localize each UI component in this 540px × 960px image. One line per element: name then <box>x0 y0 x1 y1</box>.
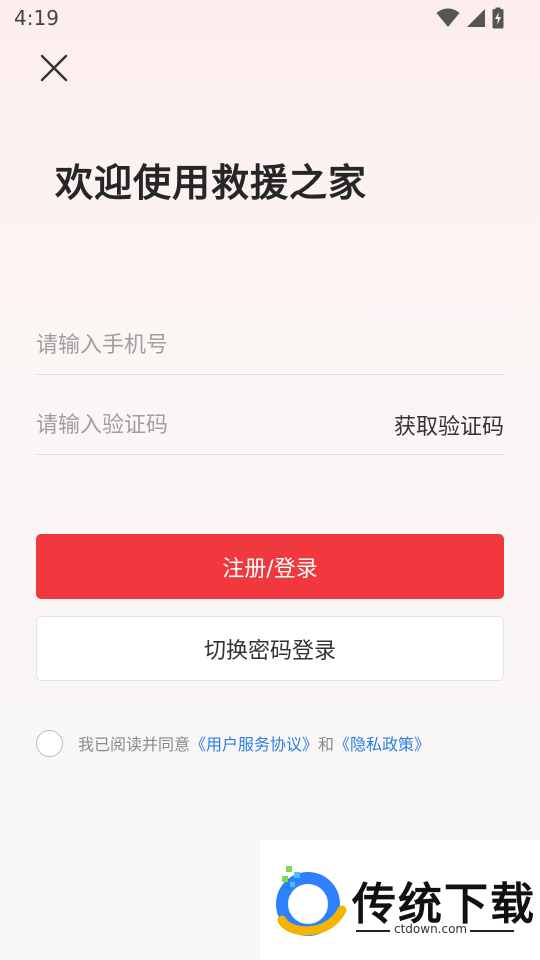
wifi-icon <box>436 8 460 27</box>
page-title: 欢迎使用救援之家 <box>55 161 368 205</box>
code-field: 获取验证码 <box>36 395 504 455</box>
close-icon <box>40 54 68 82</box>
signal-icon <box>467 9 485 27</box>
watermark-divider-right <box>470 930 514 932</box>
privacy-policy-link[interactable]: 《隐私政策》 <box>334 731 430 755</box>
watermark-url: ctdown.com <box>394 922 468 936</box>
agreement-conjunction: 和 <box>318 735 335 754</box>
agreement-checkbox[interactable] <box>36 729 63 757</box>
agreement-prefix: 我已阅读并同意 <box>78 735 191 754</box>
get-code-button[interactable]: 获取验证码 <box>394 409 504 441</box>
watermark-divider-left <box>356 930 390 932</box>
battery-charging-icon <box>492 7 504 29</box>
phone-input[interactable] <box>36 315 376 375</box>
status-time: 4:19 <box>14 6 59 30</box>
status-bar: 4:19 <box>0 0 540 36</box>
close-button[interactable] <box>36 50 72 86</box>
code-input[interactable] <box>36 395 376 455</box>
brand-logo-icon <box>276 866 347 936</box>
status-icons <box>436 7 504 29</box>
watermark: 传统下载 ctdown.com <box>260 840 540 960</box>
switch-password-login-button[interactable]: 切换密码登录 <box>36 616 504 681</box>
register-login-button[interactable]: 注册/登录 <box>36 534 504 599</box>
user-agreement-link[interactable]: 《用户服务协议》 <box>190 731 318 755</box>
agreement-row: 我已阅读并同意 《用户服务协议》 和 《隐私政策》 <box>36 728 430 758</box>
phone-field <box>36 315 504 375</box>
